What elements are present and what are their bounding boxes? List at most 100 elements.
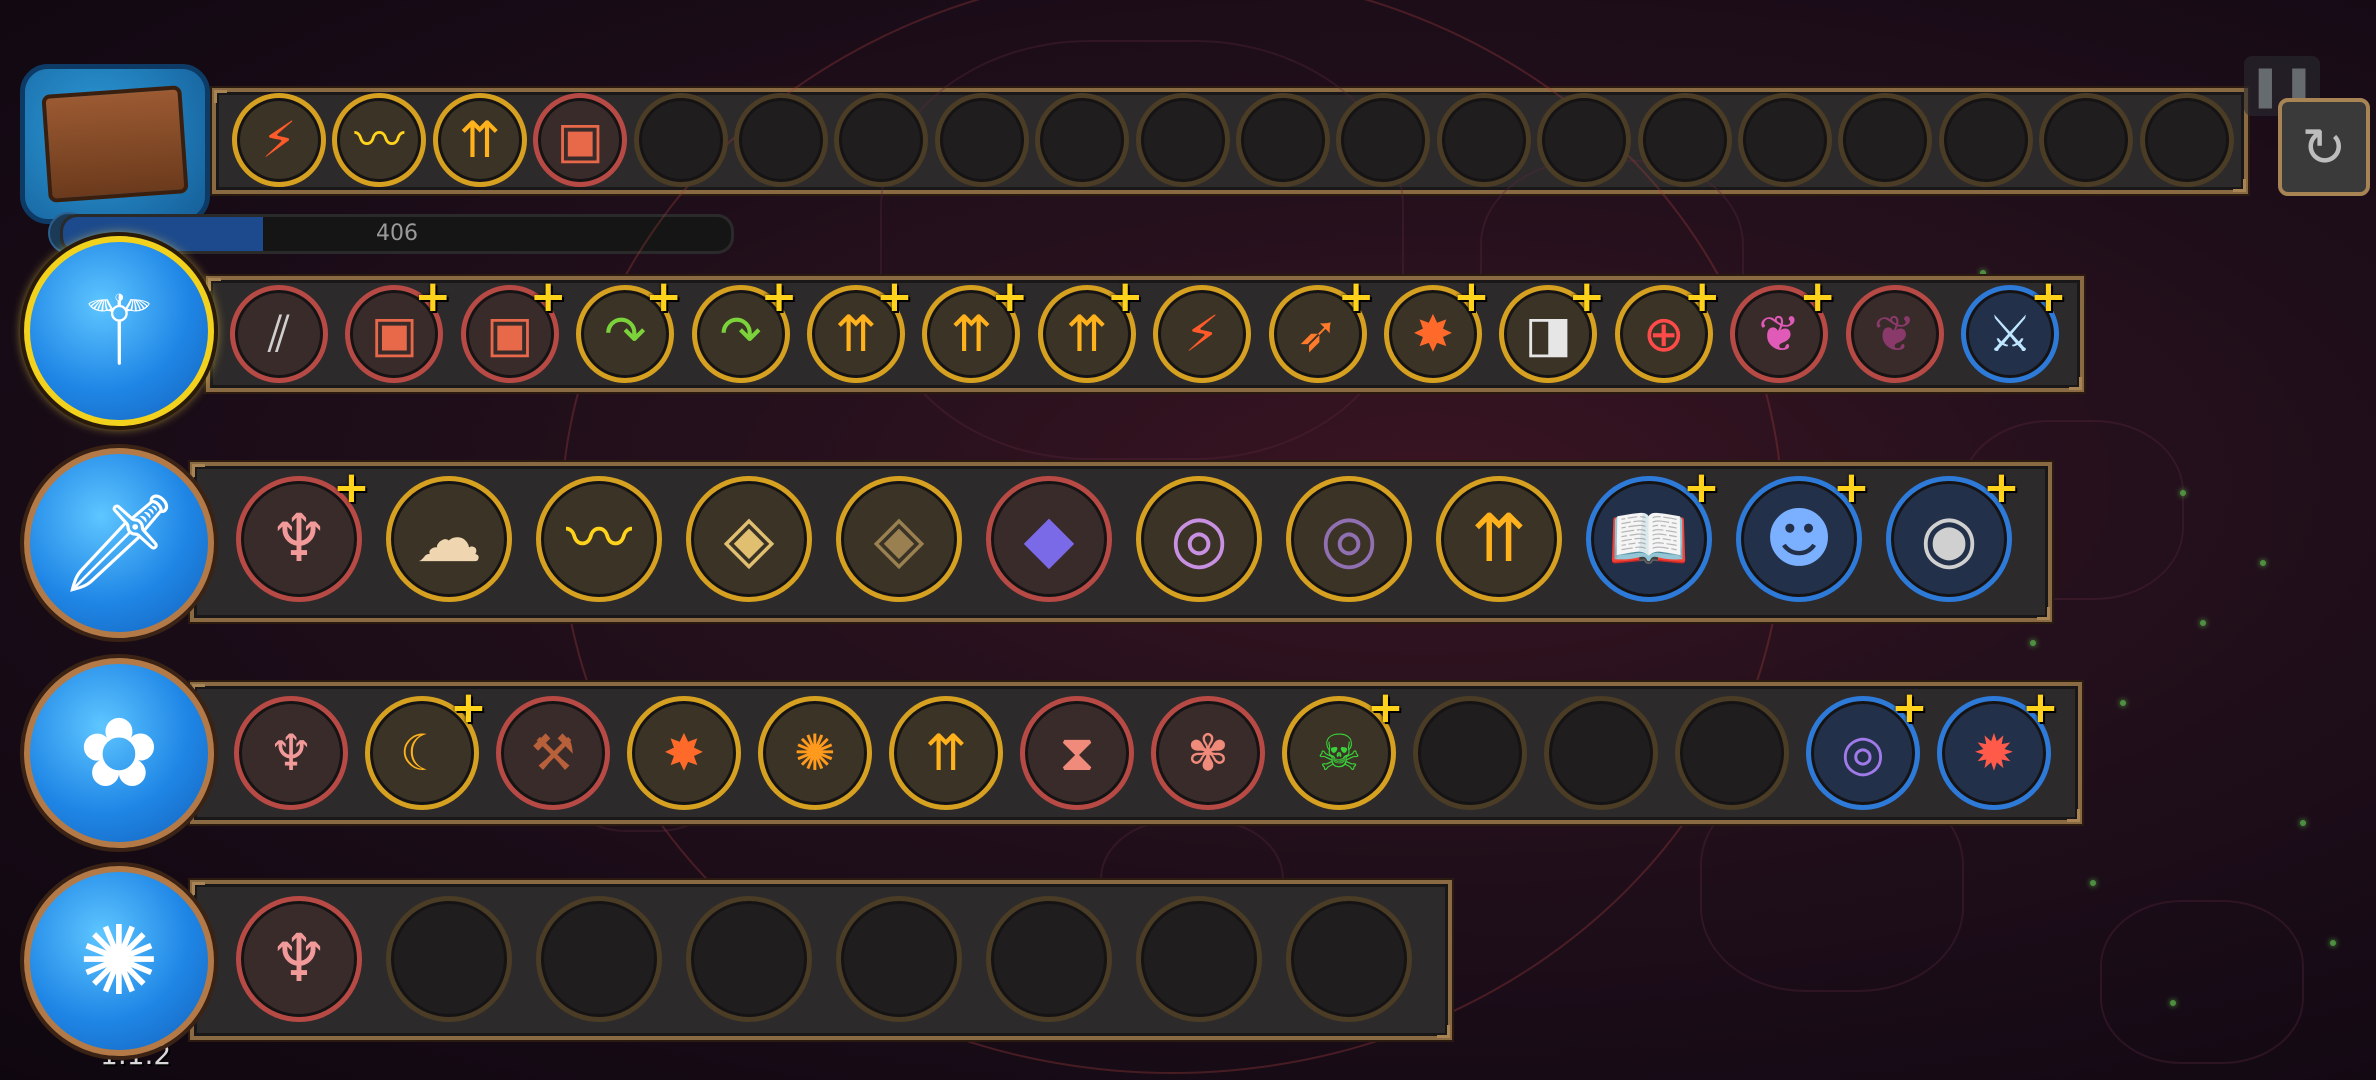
vortex-weapon-icon: ✺ xyxy=(78,905,160,1017)
upgrade-slot[interactable]: ↷ + xyxy=(691,275,797,383)
upgrade-slot[interactable]: ♆ + xyxy=(236,466,370,602)
upgrade-slot[interactable]: ◎ xyxy=(1286,476,1412,602)
upgrade-slot[interactable]: ◨ + xyxy=(1499,275,1605,383)
upgrade-slot[interactable]: ➶ + xyxy=(1268,275,1374,383)
upgrade-slot[interactable]: ☠ + xyxy=(1282,686,1404,810)
upgrade-slot[interactable]: ⫽ xyxy=(230,285,328,383)
upgrade-slot[interactable]: ✸ xyxy=(627,696,741,810)
weapon-slot[interactable]: ⚚ xyxy=(24,236,214,426)
empty-slot[interactable] xyxy=(536,896,662,1022)
upgrade-slot[interactable]: ◈ xyxy=(836,476,962,602)
empty-slot[interactable] xyxy=(2039,93,2134,187)
empty-slot[interactable] xyxy=(1413,696,1527,810)
upgrade-slot[interactable]: ◎ + xyxy=(1806,686,1928,810)
upgrade-slot[interactable]: ☻ + xyxy=(1736,466,1870,602)
empty-slot[interactable] xyxy=(834,93,929,187)
upgrade-slot[interactable]: ⇈ + xyxy=(807,275,913,383)
empty-slot[interactable] xyxy=(1135,93,1230,187)
upgrade-icon: ⚒ xyxy=(530,724,576,782)
upgrade-slot[interactable]: ↷ + xyxy=(576,275,682,383)
upgrade-available-icon: + xyxy=(1799,271,1837,322)
upgrade-icon: ◎ xyxy=(1320,500,1378,577)
upgrade-slot[interactable]: ⇈ xyxy=(1436,476,1562,602)
empty-slot[interactable] xyxy=(686,896,812,1022)
inventory-slot[interactable]: 〰 xyxy=(332,93,427,187)
empty-slot[interactable] xyxy=(1544,696,1658,810)
upgrade-slot[interactable]: 📖 + xyxy=(1586,466,1720,602)
empty-slot[interactable] xyxy=(1838,93,1933,187)
background-cell xyxy=(2100,900,2304,1064)
empty-slot[interactable] xyxy=(2139,93,2234,187)
upgrade-available-icon: + xyxy=(1891,682,1928,733)
empty-slot[interactable] xyxy=(836,896,962,1022)
green-spark xyxy=(2260,560,2266,566)
upgrade-slot[interactable]: ⊕ + xyxy=(1614,275,1721,383)
upgrade-slot[interactable]: ❦ xyxy=(1845,285,1944,383)
empty-slot[interactable] xyxy=(1286,896,1412,1022)
upgrade-icon: ✸ xyxy=(663,724,705,782)
empty-slot[interactable] xyxy=(1236,93,1330,187)
upgrade-slot[interactable]: ✹ + xyxy=(1937,686,2059,810)
upgrade-slot[interactable]: ◈ xyxy=(686,476,812,602)
upgrade-available-icon: + xyxy=(414,271,452,322)
upgrade-slot[interactable]: ⇈ + xyxy=(1037,275,1144,383)
inventory-slot[interactable]: ⚡ xyxy=(232,93,326,187)
inventory-slot[interactable]: ⇈ xyxy=(432,93,527,187)
empty-slot[interactable] xyxy=(1035,93,1130,187)
upgrade-slot[interactable]: ◎ xyxy=(1136,476,1262,602)
upgrade-slot[interactable]: ⧗ xyxy=(1020,696,1134,810)
upgrade-icon: ◈ xyxy=(873,500,925,577)
empty-slot[interactable] xyxy=(1938,93,2033,187)
weapon-slot[interactable]: 🗡 xyxy=(24,448,214,638)
upgrade-icon: ⚡ xyxy=(1184,305,1220,363)
upgrade-icon: 〰 xyxy=(354,111,405,169)
upgrade-slot[interactable]: ✸ + xyxy=(1384,275,1490,383)
upgrade-slot[interactable]: ✺ xyxy=(758,696,872,810)
upgrade-slot[interactable]: ⇈ + xyxy=(922,275,1028,383)
empty-slot[interactable] xyxy=(986,896,1112,1022)
upgrade-available-icon: + xyxy=(1833,462,1870,513)
empty-slot[interactable] xyxy=(1537,93,1632,187)
upgrade-slot[interactable]: ◉ + xyxy=(1886,466,2020,602)
empty-slot[interactable] xyxy=(1436,93,1531,187)
upgrade-slot[interactable]: ▣ + xyxy=(345,275,451,383)
empty-slot[interactable] xyxy=(1136,896,1262,1022)
upgrade-slot[interactable]: ☾ + xyxy=(365,686,487,810)
upgrade-available-icon: + xyxy=(645,271,683,322)
green-spark xyxy=(2200,620,2206,626)
empty-slot[interactable] xyxy=(1738,93,1832,187)
upgrade-slot[interactable]: 〰 xyxy=(536,476,662,602)
upgrade-slot[interactable]: ✾ xyxy=(1151,696,1265,810)
upgrade-icon: ⫽ xyxy=(267,305,291,363)
upgrade-icon: ◎ xyxy=(1170,500,1228,577)
upgrade-icon: ✺ xyxy=(794,724,836,782)
upgrade-slot[interactable]: ▣ + xyxy=(460,275,567,383)
upgrade-available-icon: + xyxy=(1683,462,1720,513)
upgrade-slot[interactable]: ⇈ xyxy=(889,696,1003,810)
upgrade-slot[interactable]: ⚡ xyxy=(1153,285,1252,383)
upgrade-icon: ▣ xyxy=(556,111,604,169)
upgrade-slot[interactable]: ❦ + xyxy=(1730,275,1836,383)
refresh-button[interactable]: ↻ xyxy=(2278,98,2370,196)
upgrade-slot[interactable]: ♆ xyxy=(234,696,348,810)
empty-slot[interactable] xyxy=(934,93,1029,187)
weapon-slot[interactable]: ✿ xyxy=(24,658,214,848)
weapon-slot[interactable]: ✺ xyxy=(24,866,214,1056)
empty-slot[interactable] xyxy=(1336,93,1431,187)
upgrade-slot[interactable]: ⚒ xyxy=(496,696,610,810)
empty-slot[interactable] xyxy=(1637,93,1732,187)
upgrade-slot[interactable]: ⚔ + xyxy=(1961,275,2067,383)
upgrade-available-icon: + xyxy=(529,271,567,322)
green-spark xyxy=(2170,1000,2176,1006)
upgrade-slot[interactable]: ◆ xyxy=(986,476,1112,602)
upgrade-available-icon: + xyxy=(450,682,487,733)
empty-slot[interactable] xyxy=(633,93,728,187)
upgrade-slot[interactable]: ♆ xyxy=(236,896,362,1022)
upgrade-slot[interactable]: ☁ xyxy=(386,476,512,602)
empty-slot[interactable] xyxy=(386,896,512,1022)
empty-slot[interactable] xyxy=(1675,696,1789,810)
empty-slot[interactable] xyxy=(734,93,828,187)
inventory-bag-button[interactable] xyxy=(20,64,210,224)
inventory-slot[interactable]: ▣ xyxy=(533,93,628,187)
upgrade-icon: ◈ xyxy=(723,500,775,577)
